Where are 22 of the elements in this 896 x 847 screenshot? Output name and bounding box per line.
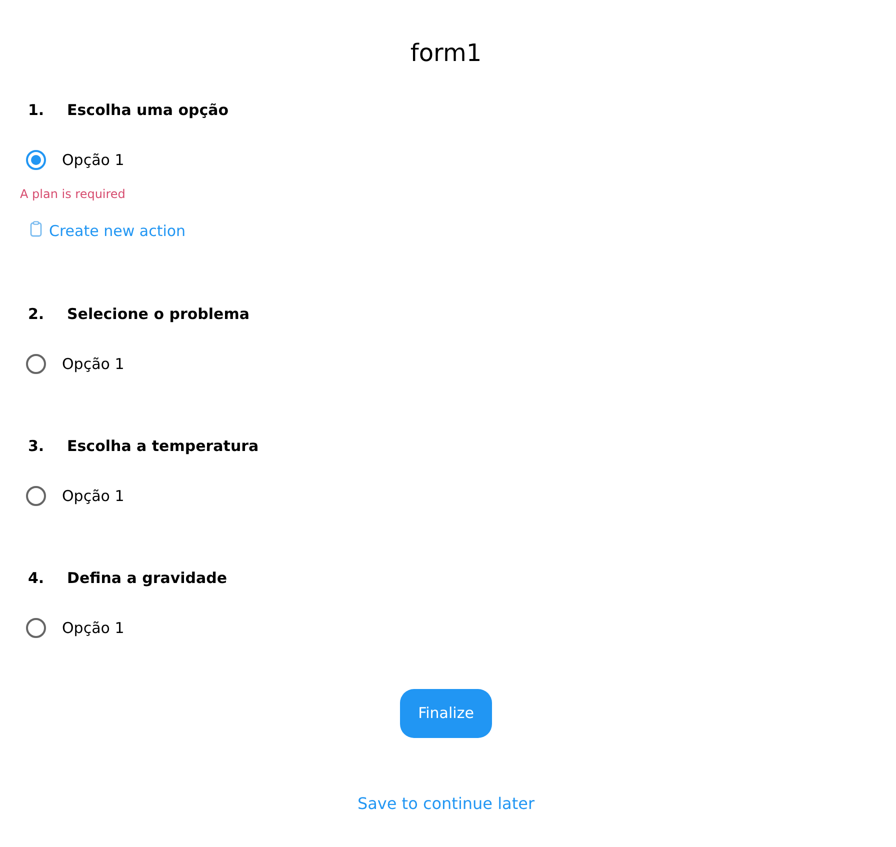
radio-button[interactable] (26, 618, 46, 638)
option-label: Opção 1 (62, 618, 124, 639)
clipboard-icon (30, 221, 42, 237)
question-title: Defina a gravidade (67, 568, 228, 589)
form-title: form1 (410, 38, 482, 69)
option-label: Opção 1 (62, 486, 124, 507)
question-number: 3. (28, 436, 46, 457)
question-number: 4. (28, 568, 46, 589)
question-title: Selecione o problema (67, 304, 250, 325)
option-label: Opção 1 (62, 150, 124, 171)
finalize-button[interactable]: Finalize (400, 689, 492, 738)
radio-button[interactable] (26, 354, 46, 374)
error-message: A plan is required (20, 186, 126, 202)
question-number: 1. (28, 100, 46, 121)
question-title: Escolha uma opção (67, 100, 229, 121)
radio-button[interactable] (26, 486, 46, 506)
radio-button[interactable] (26, 150, 46, 170)
question-number: 2. (28, 304, 46, 325)
save-link[interactable]: Save to continue later (357, 792, 535, 816)
question-title: Escolha a temperatura (67, 436, 259, 457)
create-action-link[interactable]: Create new action (30, 220, 186, 242)
option-label: Opção 1 (62, 354, 124, 375)
